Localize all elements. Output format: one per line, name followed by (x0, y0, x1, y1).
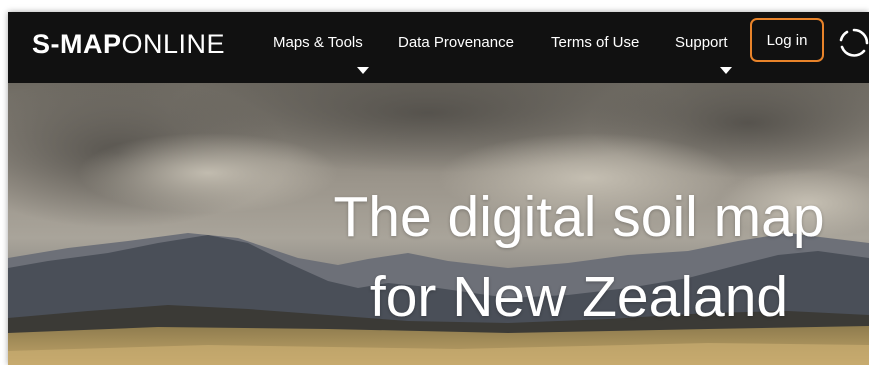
nav-data-provenance[interactable]: Data Provenance (398, 34, 514, 51)
nav-support[interactable]: Support (675, 34, 728, 51)
logo-bold-text: S-MAP (32, 29, 122, 59)
nav-maps-tools-label: Maps & Tools (273, 34, 363, 51)
hero-headline: The digital soil map for New Zealand (299, 177, 859, 337)
login-button-label: Log in (766, 31, 808, 49)
navbar: S-MAPONLINE Maps & Tools Data Provenance… (8, 12, 869, 83)
nav-terms-of-use-label: Terms of Use (551, 34, 640, 51)
browser-viewport: S-MAPONLINE Maps & Tools Data Provenance… (8, 12, 869, 365)
chevron-down-icon[interactable] (357, 67, 369, 74)
hero-banner: The digital soil map for New Zealand (8, 83, 869, 365)
hero-headline-line-2: for New Zealand (369, 265, 789, 329)
refresh-spinner-icon[interactable] (838, 27, 869, 59)
chevron-down-icon[interactable] (720, 67, 732, 74)
nav-terms-of-use[interactable]: Terms of Use (551, 34, 639, 51)
logo-light-text: ONLINE (121, 29, 226, 59)
nav-support-label: Support (675, 34, 728, 51)
nav-maps-tools[interactable]: Maps & Tools (273, 34, 363, 51)
login-button[interactable]: Log in (750, 18, 824, 62)
nav-data-provenance-label: Data Provenance (398, 34, 514, 51)
hero-headline-line-1: The digital soil map (333, 185, 825, 249)
site-logo[interactable]: S-MAPONLINE (32, 29, 225, 60)
